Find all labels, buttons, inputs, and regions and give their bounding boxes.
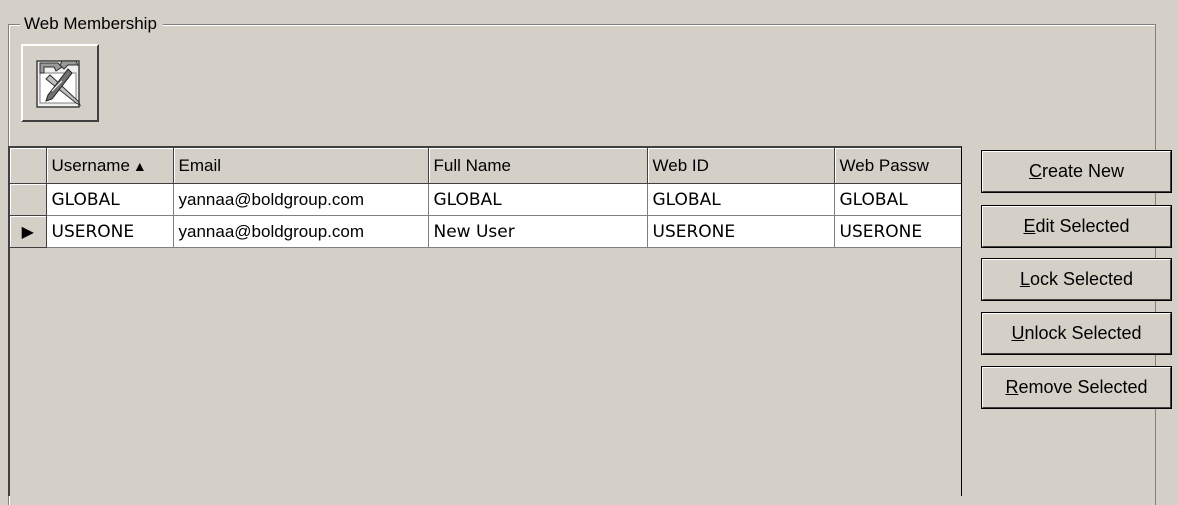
remove-selected-button[interactable]: Remove Selected bbox=[981, 366, 1172, 409]
row-indicator-header bbox=[10, 148, 47, 184]
lock-selected-button[interactable]: Lock Selected bbox=[981, 258, 1172, 301]
column-header-label: Web ID bbox=[652, 155, 709, 175]
cell-web-password[interactable]: USERONE bbox=[834, 215, 961, 248]
membership-grid[interactable]: Username ▲ Email Full Name Web ID Web Pas… bbox=[8, 146, 962, 496]
column-header-full-name[interactable]: Full Name bbox=[428, 148, 648, 184]
column-header-label: Email bbox=[178, 155, 222, 175]
button-label: emove Selected bbox=[1018, 377, 1148, 397]
cell-web-id[interactable]: USERONE bbox=[647, 215, 835, 248]
row-pointer-icon: ▶ bbox=[21, 221, 34, 241]
accelerator-key: L bbox=[1019, 269, 1030, 289]
cell-web-password[interactable]: GLOBAL bbox=[834, 183, 961, 216]
sort-ascending-icon: ▲ bbox=[132, 157, 147, 174]
cell-username[interactable]: USERONE bbox=[46, 215, 174, 248]
column-header-label: Full Name bbox=[433, 155, 511, 175]
column-header-web-id[interactable]: Web ID bbox=[647, 148, 835, 184]
row-indicator[interactable] bbox=[10, 183, 47, 216]
edit-selected-button[interactable]: Edit Selected bbox=[981, 205, 1172, 248]
column-header-label: Username bbox=[51, 155, 130, 175]
cell-username[interactable]: GLOBAL bbox=[46, 183, 174, 216]
button-label: nlock Selected bbox=[1024, 323, 1142, 343]
cell-full-name[interactable]: New User bbox=[428, 215, 648, 248]
column-header-username[interactable]: Username ▲ bbox=[46, 148, 174, 184]
button-label: ock Selected bbox=[1029, 269, 1134, 289]
accelerator-key: E bbox=[1023, 216, 1036, 236]
row-indicator[interactable]: ▶ bbox=[10, 215, 47, 248]
cell-web-id[interactable]: GLOBAL bbox=[647, 183, 835, 216]
button-label: reate New bbox=[1041, 161, 1125, 181]
table-row[interactable]: GLOBAL yannaa@boldgroup.com GLOBAL GLOBA… bbox=[10, 183, 961, 216]
cell-email[interactable]: yannaa@boldgroup.com bbox=[173, 183, 429, 216]
accelerator-key: R bbox=[1005, 377, 1019, 397]
table-row[interactable]: ▶ USERONE yannaa@boldgroup.com New User … bbox=[10, 215, 961, 248]
cell-full-name[interactable]: GLOBAL bbox=[428, 183, 648, 216]
tools-icon bbox=[36, 60, 82, 108]
groupbox-title: Web Membership bbox=[20, 14, 163, 34]
cell-email[interactable]: yannaa@boldgroup.com bbox=[173, 215, 429, 248]
column-header-web-password[interactable]: Web Passw bbox=[834, 148, 961, 184]
column-header-email[interactable]: Email bbox=[173, 148, 429, 184]
column-header-label: Web Passw bbox=[839, 155, 929, 175]
create-new-button[interactable]: Create New bbox=[981, 150, 1172, 193]
button-label: dit Selected bbox=[1035, 216, 1130, 236]
unlock-selected-button[interactable]: Unlock Selected bbox=[981, 312, 1172, 355]
tools-button[interactable] bbox=[21, 44, 99, 122]
accelerator-key: C bbox=[1028, 161, 1042, 181]
accelerator-key: U bbox=[1011, 323, 1025, 343]
